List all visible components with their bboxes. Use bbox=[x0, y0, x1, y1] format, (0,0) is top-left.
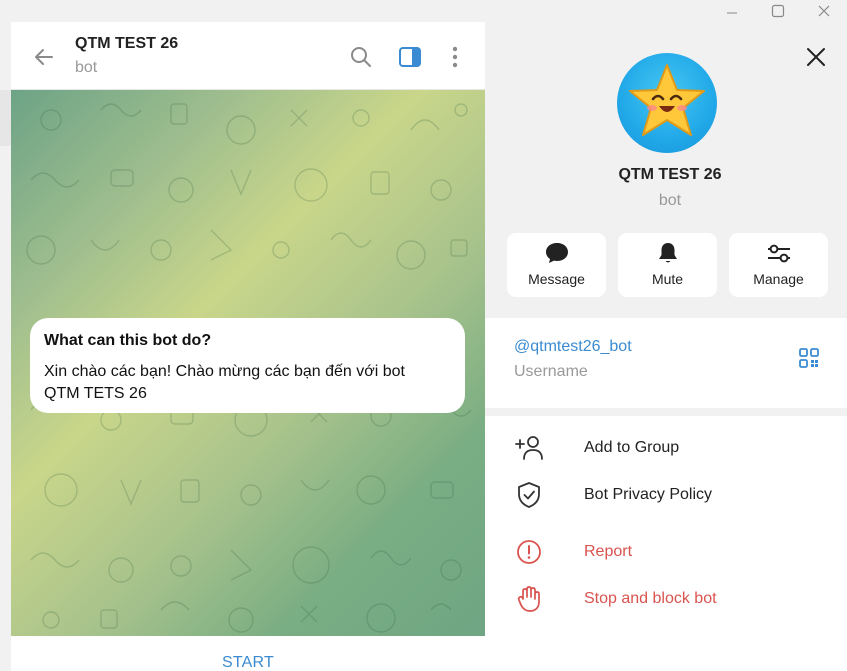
manage-label: Manage bbox=[753, 271, 804, 287]
search-icon bbox=[351, 47, 371, 67]
message-button[interactable]: Message bbox=[507, 233, 606, 297]
bot-description-title: What can this bot do? bbox=[44, 332, 212, 349]
start-button[interactable]: START bbox=[222, 654, 274, 671]
section-divider bbox=[485, 408, 847, 416]
back-arrow-icon bbox=[35, 49, 53, 65]
add-to-group-item[interactable]: Add to Group bbox=[485, 428, 847, 468]
mute-label: Mute bbox=[651, 271, 684, 287]
chat-panel: QTM TEST 26 bot What can this bot do? Xi… bbox=[11, 22, 485, 671]
search-button[interactable] bbox=[346, 42, 376, 72]
minimize-button[interactable] bbox=[709, 0, 755, 22]
username-link[interactable]: @qtmtest26_bot bbox=[514, 338, 632, 356]
add-user-icon bbox=[515, 436, 543, 460]
stop-and-block-bot-label: Stop and block bot bbox=[584, 590, 717, 607]
shield-check-icon bbox=[518, 482, 540, 508]
side-panel-icon bbox=[399, 47, 421, 67]
hand-stop-icon bbox=[517, 586, 540, 612]
maximize-button[interactable] bbox=[755, 0, 801, 22]
report-item[interactable]: Report bbox=[485, 532, 847, 572]
add-to-group-label: Add to Group bbox=[584, 439, 680, 456]
report-label: Report bbox=[584, 543, 633, 560]
username-label: Username bbox=[514, 363, 588, 380]
profile-subtitle: bot bbox=[658, 192, 682, 209]
chat-subtitle: bot bbox=[75, 59, 98, 76]
bot-privacy-policy-label: Bot Privacy Policy bbox=[584, 486, 713, 503]
more-options-button[interactable] bbox=[440, 42, 470, 72]
window-close-button[interactable] bbox=[801, 0, 847, 22]
start-bar: START bbox=[11, 636, 485, 671]
profile-panel: QTM TEST 26 bot Message Mute Manage @qtm… bbox=[485, 22, 847, 671]
message-label: Message bbox=[528, 271, 585, 287]
bot-privacy-policy-item[interactable]: Bot Privacy Policy bbox=[485, 475, 847, 515]
toggle-info-panel-button[interactable] bbox=[395, 42, 425, 72]
profile-name: QTM TEST 26 bbox=[618, 166, 722, 183]
maximize-icon bbox=[771, 4, 785, 18]
stop-and-block-bot-item[interactable]: Stop and block bot bbox=[485, 579, 847, 619]
close-profile-button[interactable] bbox=[801, 42, 831, 72]
qr-code-icon bbox=[799, 348, 819, 368]
alert-circle-icon bbox=[517, 540, 541, 564]
username-section: @qtmtest26_bot Username bbox=[485, 318, 847, 408]
chat-header: QTM TEST 26 bot bbox=[11, 22, 485, 90]
qr-code-button[interactable] bbox=[798, 347, 822, 371]
sliders-icon bbox=[767, 244, 790, 263]
close-icon bbox=[818, 5, 830, 17]
manage-button[interactable]: Manage bbox=[729, 233, 828, 297]
profile-header: QTM TEST 26 bot Message Mute Manage bbox=[485, 22, 847, 318]
avatar[interactable] bbox=[617, 53, 717, 153]
more-vertical-icon bbox=[452, 46, 458, 68]
bot-description-card: What can this bot do? Xin chào các bạn! … bbox=[30, 318, 465, 413]
star-face-icon bbox=[629, 64, 705, 136]
minimize-icon bbox=[727, 12, 737, 14]
chat-bubble-icon bbox=[545, 243, 568, 263]
close-icon bbox=[807, 48, 825, 66]
left-strip bbox=[0, 22, 11, 671]
chat-title[interactable]: QTM TEST 26 bbox=[75, 35, 178, 53]
mute-button[interactable]: Mute bbox=[618, 233, 717, 297]
chat-background: What can this bot do? Xin chào các bạn! … bbox=[11, 90, 485, 636]
bot-description-text: Xin chào các bạn! Chào mừng các bạn đến … bbox=[44, 363, 405, 402]
window-controls bbox=[709, 0, 847, 22]
left-strip-highlight bbox=[0, 90, 11, 146]
bell-icon bbox=[658, 243, 677, 263]
back-button[interactable] bbox=[29, 42, 59, 72]
